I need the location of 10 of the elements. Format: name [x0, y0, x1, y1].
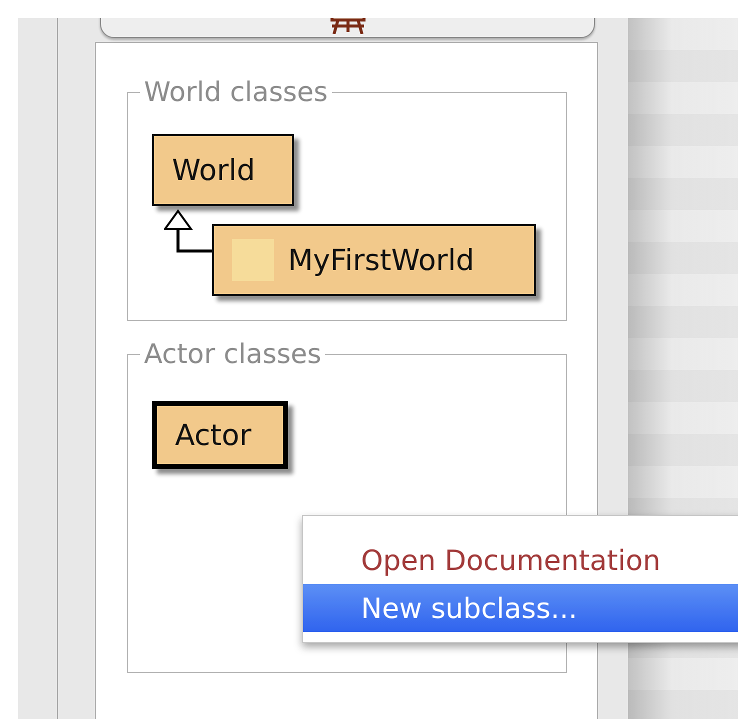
group-title: Actor classes — [143, 341, 322, 368]
class-name: World — [172, 153, 256, 187]
class-box[interactable]: World — [152, 134, 294, 206]
class-box[interactable]: MyFirstWorld — [212, 224, 536, 296]
menu-item[interactable]: Open Documentation — [303, 536, 738, 584]
class-name: Actor — [175, 418, 252, 452]
group-title: World classes — [143, 79, 329, 106]
class-name: MyFirstWorld — [288, 243, 474, 277]
menu-item[interactable]: New subclass... — [303, 584, 738, 632]
class-box[interactable]: Actor — [152, 401, 288, 469]
